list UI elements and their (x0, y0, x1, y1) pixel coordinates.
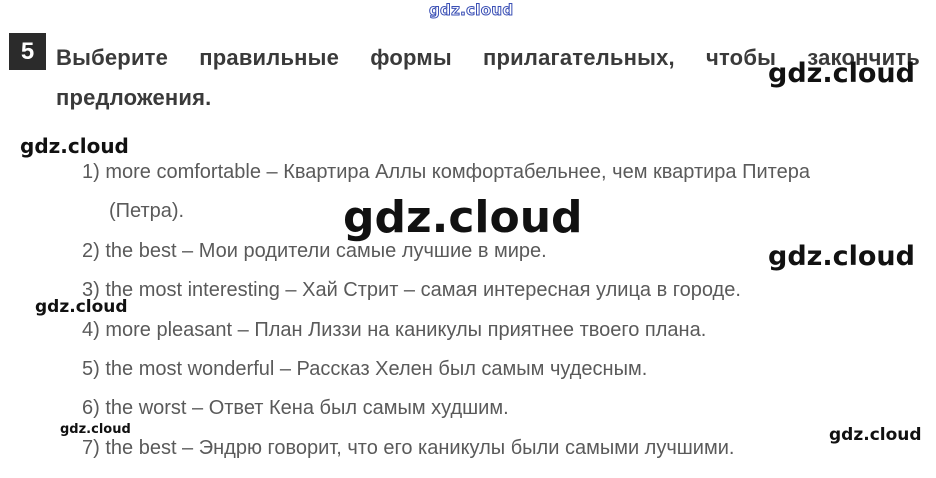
answer-item: 4) more pleasant – План Лиззи на каникул… (82, 318, 707, 341)
task-instruction-line-2: предложения. (56, 85, 212, 110)
watermark-top: gdz.cloud (428, 1, 514, 19)
watermark-left-2: gdz.cloud (35, 297, 128, 317)
watermark-right-3: gdz.cloud (829, 425, 922, 445)
watermark-center: gdz.cloud (343, 192, 583, 243)
answer-item: 1) more comfortable – Квартира Аллы комф… (82, 161, 810, 183)
task-number-badge: 5 (9, 33, 46, 70)
answer-item: 6) the worst – Ответ Кена был самым худш… (82, 397, 509, 420)
watermark-right-1: gdz.cloud (768, 58, 915, 89)
watermark-left-3: gdz.cloud (60, 422, 131, 437)
answer-item: 3) the most interesting – Хай Стрит – са… (82, 279, 741, 302)
answer-item: 7) the best – Эндрю говорит, что его кан… (82, 436, 735, 459)
answer-item: 5) the most wonderful – Рассказ Хелен бы… (82, 358, 648, 381)
watermark-left-1: gdz.cloud (20, 134, 129, 158)
watermark-right-2: gdz.cloud (768, 241, 915, 272)
